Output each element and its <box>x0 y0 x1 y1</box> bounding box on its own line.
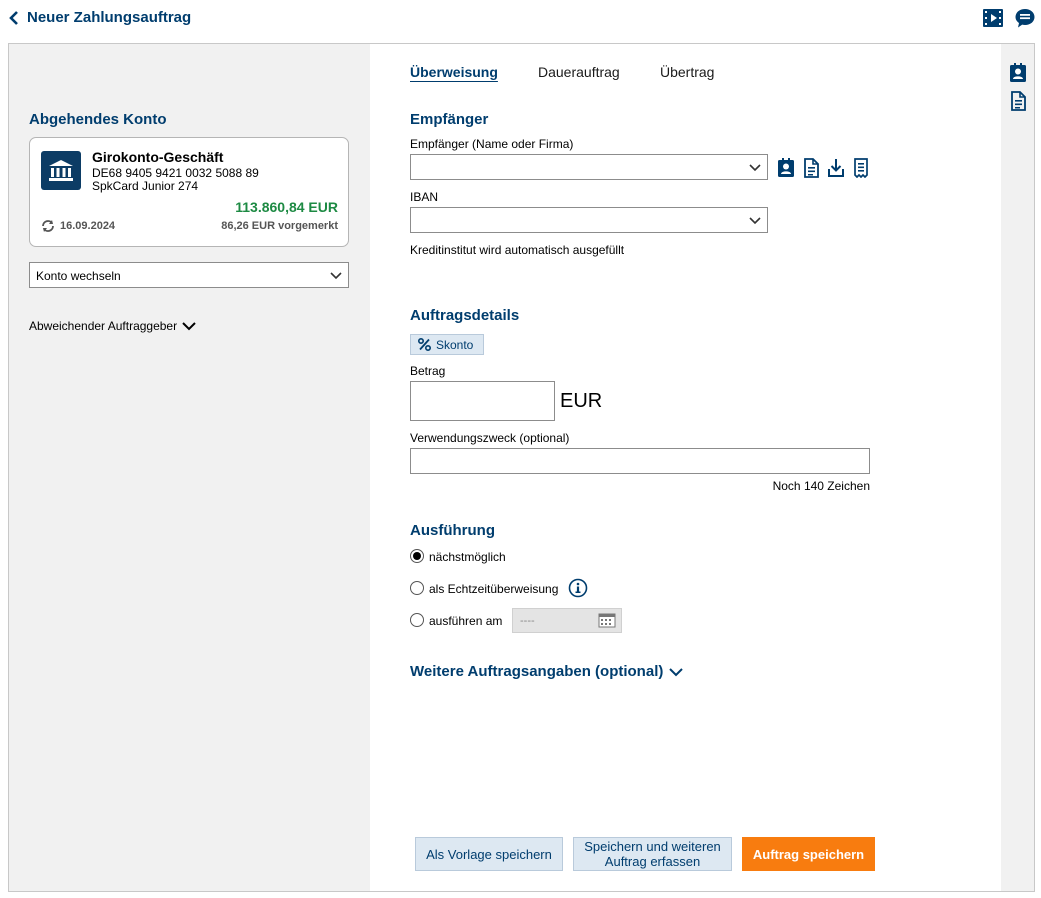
reserved-amount: 86,26 EUR vorgemerkt <box>221 220 338 232</box>
save-as-template-button[interactable]: Als Vorlage speichern <box>415 837 563 871</box>
recipient-heading: Empfänger <box>410 111 489 128</box>
alternative-payer-toggle[interactable]: Abweichender Auftraggeber <box>29 319 197 333</box>
skonto-button[interactable]: Skonto <box>410 334 484 355</box>
purpose-input[interactable] <box>410 448 870 474</box>
import-icon[interactable] <box>827 158 845 178</box>
chevron-down-icon <box>669 667 684 676</box>
tab-dauerauftrag[interactable]: Dauerauftrag <box>538 64 620 80</box>
alternative-payer-label: Abweichender Auftraggeber <box>29 319 178 333</box>
scan-invoice-icon[interactable] <box>852 158 870 178</box>
order-details-heading: Auftragsdetails <box>410 307 520 324</box>
radio-next-possible-label: nächstmöglich <box>429 550 506 564</box>
info-icon[interactable] <box>568 578 588 598</box>
chevron-left-icon <box>9 10 18 25</box>
amount-input[interactable] <box>410 381 555 421</box>
outgoing-account-heading: Abgehendes Konto <box>29 111 167 128</box>
account-iban: DE68 9405 9421 0032 5088 89 <box>92 166 259 180</box>
order-form-frame: Abgehendes Konto Girokonto-Geschäft DE68… <box>8 43 1035 892</box>
radio-instant-transfer[interactable] <box>410 581 424 595</box>
recipient-name-label: Empfänger (Name oder Firma) <box>410 137 574 151</box>
chevron-down-icon <box>182 322 196 331</box>
page-title: Neuer Zahlungsauftrag <box>27 9 192 26</box>
address-book-icon[interactable] <box>1009 63 1027 83</box>
radio-next-possible[interactable] <box>410 549 424 563</box>
skonto-label: Skonto <box>436 337 474 352</box>
chars-remaining: Noch 140 Zeichen <box>772 479 870 493</box>
top-bar: Neuer Zahlungsauftrag <box>0 0 1041 40</box>
execution-heading: Ausführung <box>410 522 495 539</box>
recipient-name-input[interactable] <box>410 154 768 180</box>
purpose-label: Verwendungszweck (optional) <box>410 431 570 445</box>
percent-icon <box>418 338 431 351</box>
iban-label: IBAN <box>410 190 439 204</box>
switch-account-label: Konto wechseln <box>36 269 121 283</box>
refresh-balance[interactable]: 16.09.2024 <box>40 219 115 233</box>
main-panel: Überweisung Dauerauftrag Übertrag Empfän… <box>370 44 1001 891</box>
switch-account-select[interactable]: Konto wechseln <box>29 262 349 288</box>
iban-input[interactable] <box>410 207 768 233</box>
date-placeholder: ---- <box>520 615 535 627</box>
currency-label: EUR <box>560 390 603 412</box>
save-and-new-label-line1: Speichern und weiteren <box>584 839 721 854</box>
execution-date-input[interactable]: ---- <box>512 608 622 633</box>
more-order-details-label: Weitere Auftragsangaben (optional) <box>410 663 664 680</box>
amount-label: Betrag <box>410 364 446 378</box>
save-order-label: Auftrag speichern <box>752 846 865 862</box>
template-document-icon[interactable] <box>802 158 820 178</box>
back-button[interactable]: Neuer Zahlungsauftrag <box>8 9 191 26</box>
account-balance: 113.860,84 EUR <box>235 199 338 215</box>
video-tutorial-icon[interactable] <box>982 7 1004 29</box>
chevron-down-icon <box>749 164 761 172</box>
save-as-template-label: Als Vorlage speichern <box>426 846 552 862</box>
radio-execute-on-date-label: ausführen am <box>429 614 503 628</box>
calendar-icon[interactable] <box>598 613 616 628</box>
radio-execute-on-date[interactable] <box>410 613 424 627</box>
chevron-down-icon <box>749 217 761 225</box>
save-order-button[interactable]: Auftrag speichern <box>742 837 875 871</box>
tab-ueberweisung[interactable]: Überweisung <box>410 64 498 80</box>
tab-uebertrag[interactable]: Übertrag <box>660 64 714 80</box>
account-card: Girokonto-Geschäft DE68 9405 9421 0032 5… <box>29 137 349 247</box>
chat-icon[interactable] <box>1014 7 1036 29</box>
document-icon[interactable] <box>1009 91 1027 111</box>
save-and-new-label-line2: Auftrag erfassen <box>604 854 701 869</box>
bank-building-icon <box>41 151 81 190</box>
refresh-icon <box>42 220 54 232</box>
account-card-name: SpkCard Junior 274 <box>92 179 199 193</box>
account-name: Girokonto-Geschäft <box>92 149 224 165</box>
balance-date: 16.09.2024 <box>60 220 116 232</box>
radio-instant-transfer-label: als Echtzeitüberweisung <box>429 582 559 596</box>
save-and-new-button[interactable]: Speichern und weiteren Auftrag erfassen <box>573 837 732 871</box>
chevron-down-icon <box>330 272 342 280</box>
address-book-icon[interactable] <box>777 158 795 178</box>
more-order-details-toggle[interactable]: Weitere Auftragsangaben (optional) <box>410 663 684 680</box>
bank-autofill-hint: Kreditinstitut wird automatisch ausgefül… <box>410 243 625 257</box>
